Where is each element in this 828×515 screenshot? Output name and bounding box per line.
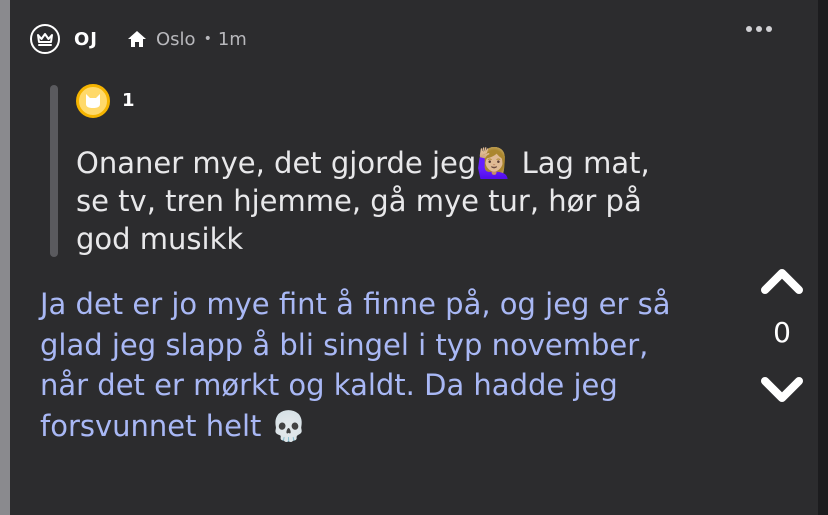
quoted-comment-text: Onaner mye, det gjorde jeg🙋🏼‍♀️ Lag mat,… — [76, 146, 650, 256]
crown-icon[interactable] — [30, 24, 60, 54]
comment-card: OJ Oslo • 1m 1 Onaner mye, det gjorde je… — [10, 0, 818, 515]
chevron-up-icon[interactable] — [757, 262, 807, 298]
quote-bar — [50, 85, 58, 257]
more-dot — [746, 26, 752, 32]
chevron-down-icon[interactable] — [757, 372, 807, 408]
more-dot — [766, 26, 772, 32]
more-dot — [756, 26, 762, 32]
reply-comment-text: Ja det er jo mye fint å finne på, og jeg… — [40, 287, 671, 443]
separator-dot: • — [203, 31, 212, 47]
right-edge-strip — [818, 0, 828, 515]
vote-count: 0 — [773, 316, 791, 349]
timestamp: 1m — [217, 28, 247, 50]
left-edge-strip — [0, 0, 10, 515]
comment-header: OJ Oslo • 1m — [30, 22, 247, 56]
cat-icon[interactable] — [76, 84, 110, 118]
quoted-username[interactable]: 1 — [122, 90, 135, 111]
home-icon — [126, 29, 148, 49]
author-username[interactable]: OJ — [74, 29, 98, 50]
more-icon[interactable] — [746, 26, 772, 32]
location-label: Oslo — [156, 28, 196, 50]
